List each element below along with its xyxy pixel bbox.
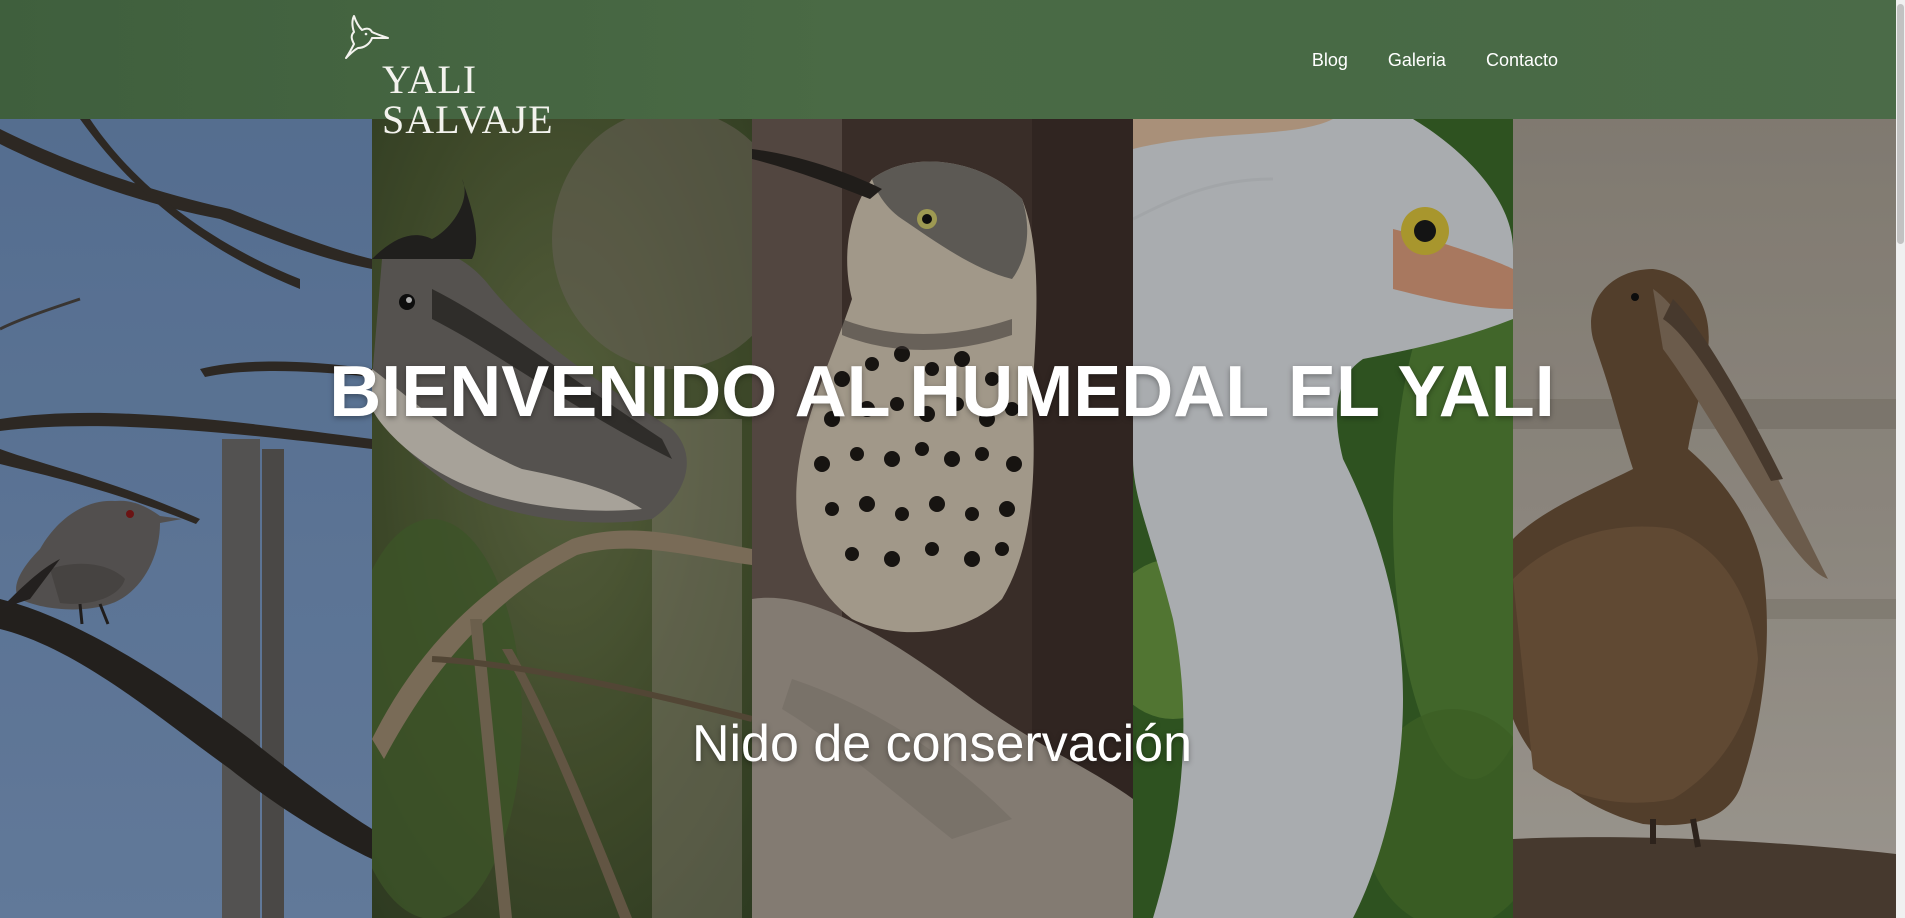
hero-photo-woodpecker [752, 119, 1133, 918]
hero-photo-crested-bird [372, 119, 752, 918]
site-logo[interactable]: YALI SALVAJE [342, 14, 622, 140]
nav-galeria[interactable]: Galeria [1388, 48, 1446, 72]
hero-banner: BIENVENIDO AL HUMEDAL EL YALI Nido de co… [0, 119, 1896, 918]
hero-title: BIENVENIDO AL HUMEDAL EL YALI [329, 352, 1555, 432]
hero-photo-gray-bird [0, 119, 372, 918]
logo-text: YALI SALVAJE [382, 57, 554, 142]
site-header: YALI SALVAJE Blog Galeria Contacto [0, 0, 1896, 140]
hero-photo-egret [1133, 119, 1513, 918]
hero-subtitle: Nido de conservación [691, 715, 1193, 773]
nav-blog[interactable]: Blog [1312, 48, 1348, 72]
page-scrollbar[interactable] [1896, 0, 1905, 918]
hero-photo-pelican [1513, 119, 1896, 918]
main-nav: Blog Galeria Contacto [1312, 48, 1558, 72]
nav-contacto[interactable]: Contacto [1486, 48, 1558, 72]
scrollbar-thumb[interactable] [1897, 4, 1904, 244]
